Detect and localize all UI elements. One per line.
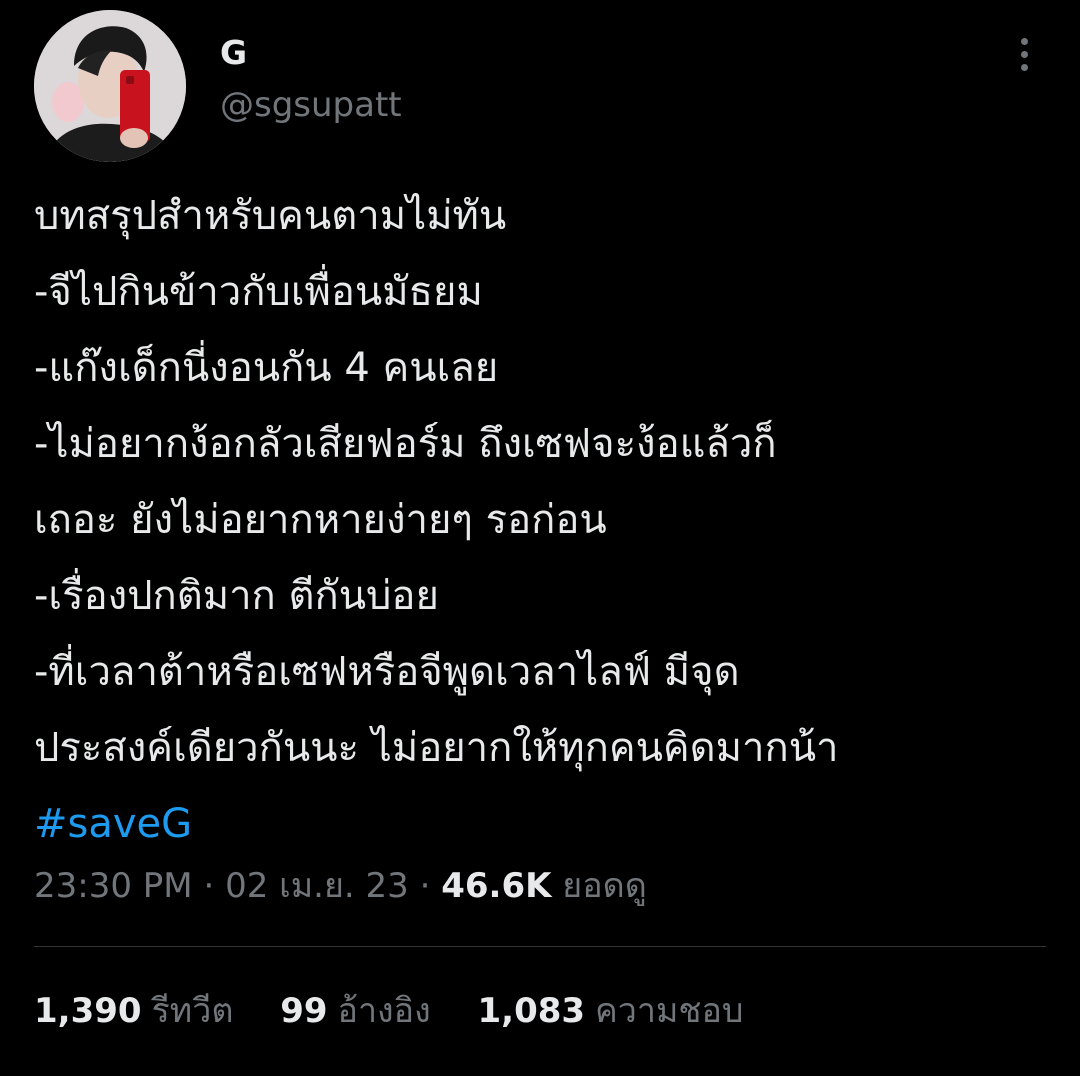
tweet-body: บทสรุปสำหรับคนตามไม่ทัน -จีไปกินข้าวกับเ… [34,178,1054,862]
tweet-line: บทสรุปสำหรับคนตามไม่ทัน [34,193,507,239]
retweets-label: รีทวีต [151,991,234,1031]
more-dot [1021,64,1028,71]
tweet-meta: 23:30 PM · 02 เม.ย. 23 · 46.6K ยอดดู [34,862,647,910]
hashtag-link[interactable]: #saveG [34,786,1054,862]
tweet-line: -แก๊งเด็กนี่งอนกัน 4 คนเลย [34,345,499,391]
meta-separator: · [408,866,442,906]
tweet-line: -ที่เวลาต้าหรือเซฟหรือจีพูดเวลาไลฟ์ มีจุ… [34,649,740,695]
more-dot [1021,38,1028,45]
tweet-line: เถอะ ยังไม่อยากหายง่ายๆ รอก่อน [34,497,607,543]
quotes-stat[interactable]: 99 อ้างอิง [280,986,430,1036]
more-vertical-icon[interactable] [1008,34,1040,74]
tweet-date[interactable]: 02 เม.ย. 23 [225,866,409,906]
views-count: 46.6K [441,866,552,906]
likes-count: 1,083 [477,991,586,1031]
meta-separator: · [192,866,226,906]
retweets-stat[interactable]: 1,390 รีทวีต [34,986,233,1036]
tweet-header: G @sgsupatt [0,0,1080,170]
engagement-stats: 1,390 รีทวีต 99 อ้างอิง 1,083 ความชอบ [34,986,779,1036]
tweet-time[interactable]: 23:30 PM [34,866,193,906]
likes-stat[interactable]: 1,083 ความชอบ [478,986,744,1036]
display-name[interactable]: G [220,36,247,69]
avatar-image [34,10,186,162]
views-label: ยอดดู [562,866,647,906]
tweet-line: ประสงค์เดียวกันนะ ไม่อยากให้ทุกคนคิดมากน… [34,725,839,771]
tweet-line: -เรื่องปกติมาก ตีกันบ่อย [34,573,439,619]
avatar[interactable] [34,10,186,162]
retweets-count: 1,390 [34,991,142,1031]
more-dot [1021,51,1028,58]
quotes-count: 99 [280,991,328,1031]
user-handle[interactable]: @sgsupatt [220,88,402,122]
tweet-line: -จีไปกินข้าวกับเพื่อนมัธยม [34,269,483,315]
tweet-line: -ไม่อยากง้อกลัวเสียฟอร์ม ถึงเซฟจะง้อแล้ว… [34,421,777,467]
divider [34,946,1046,947]
likes-label: ความชอบ [595,991,744,1031]
quotes-label: อ้างอิง [337,991,431,1031]
